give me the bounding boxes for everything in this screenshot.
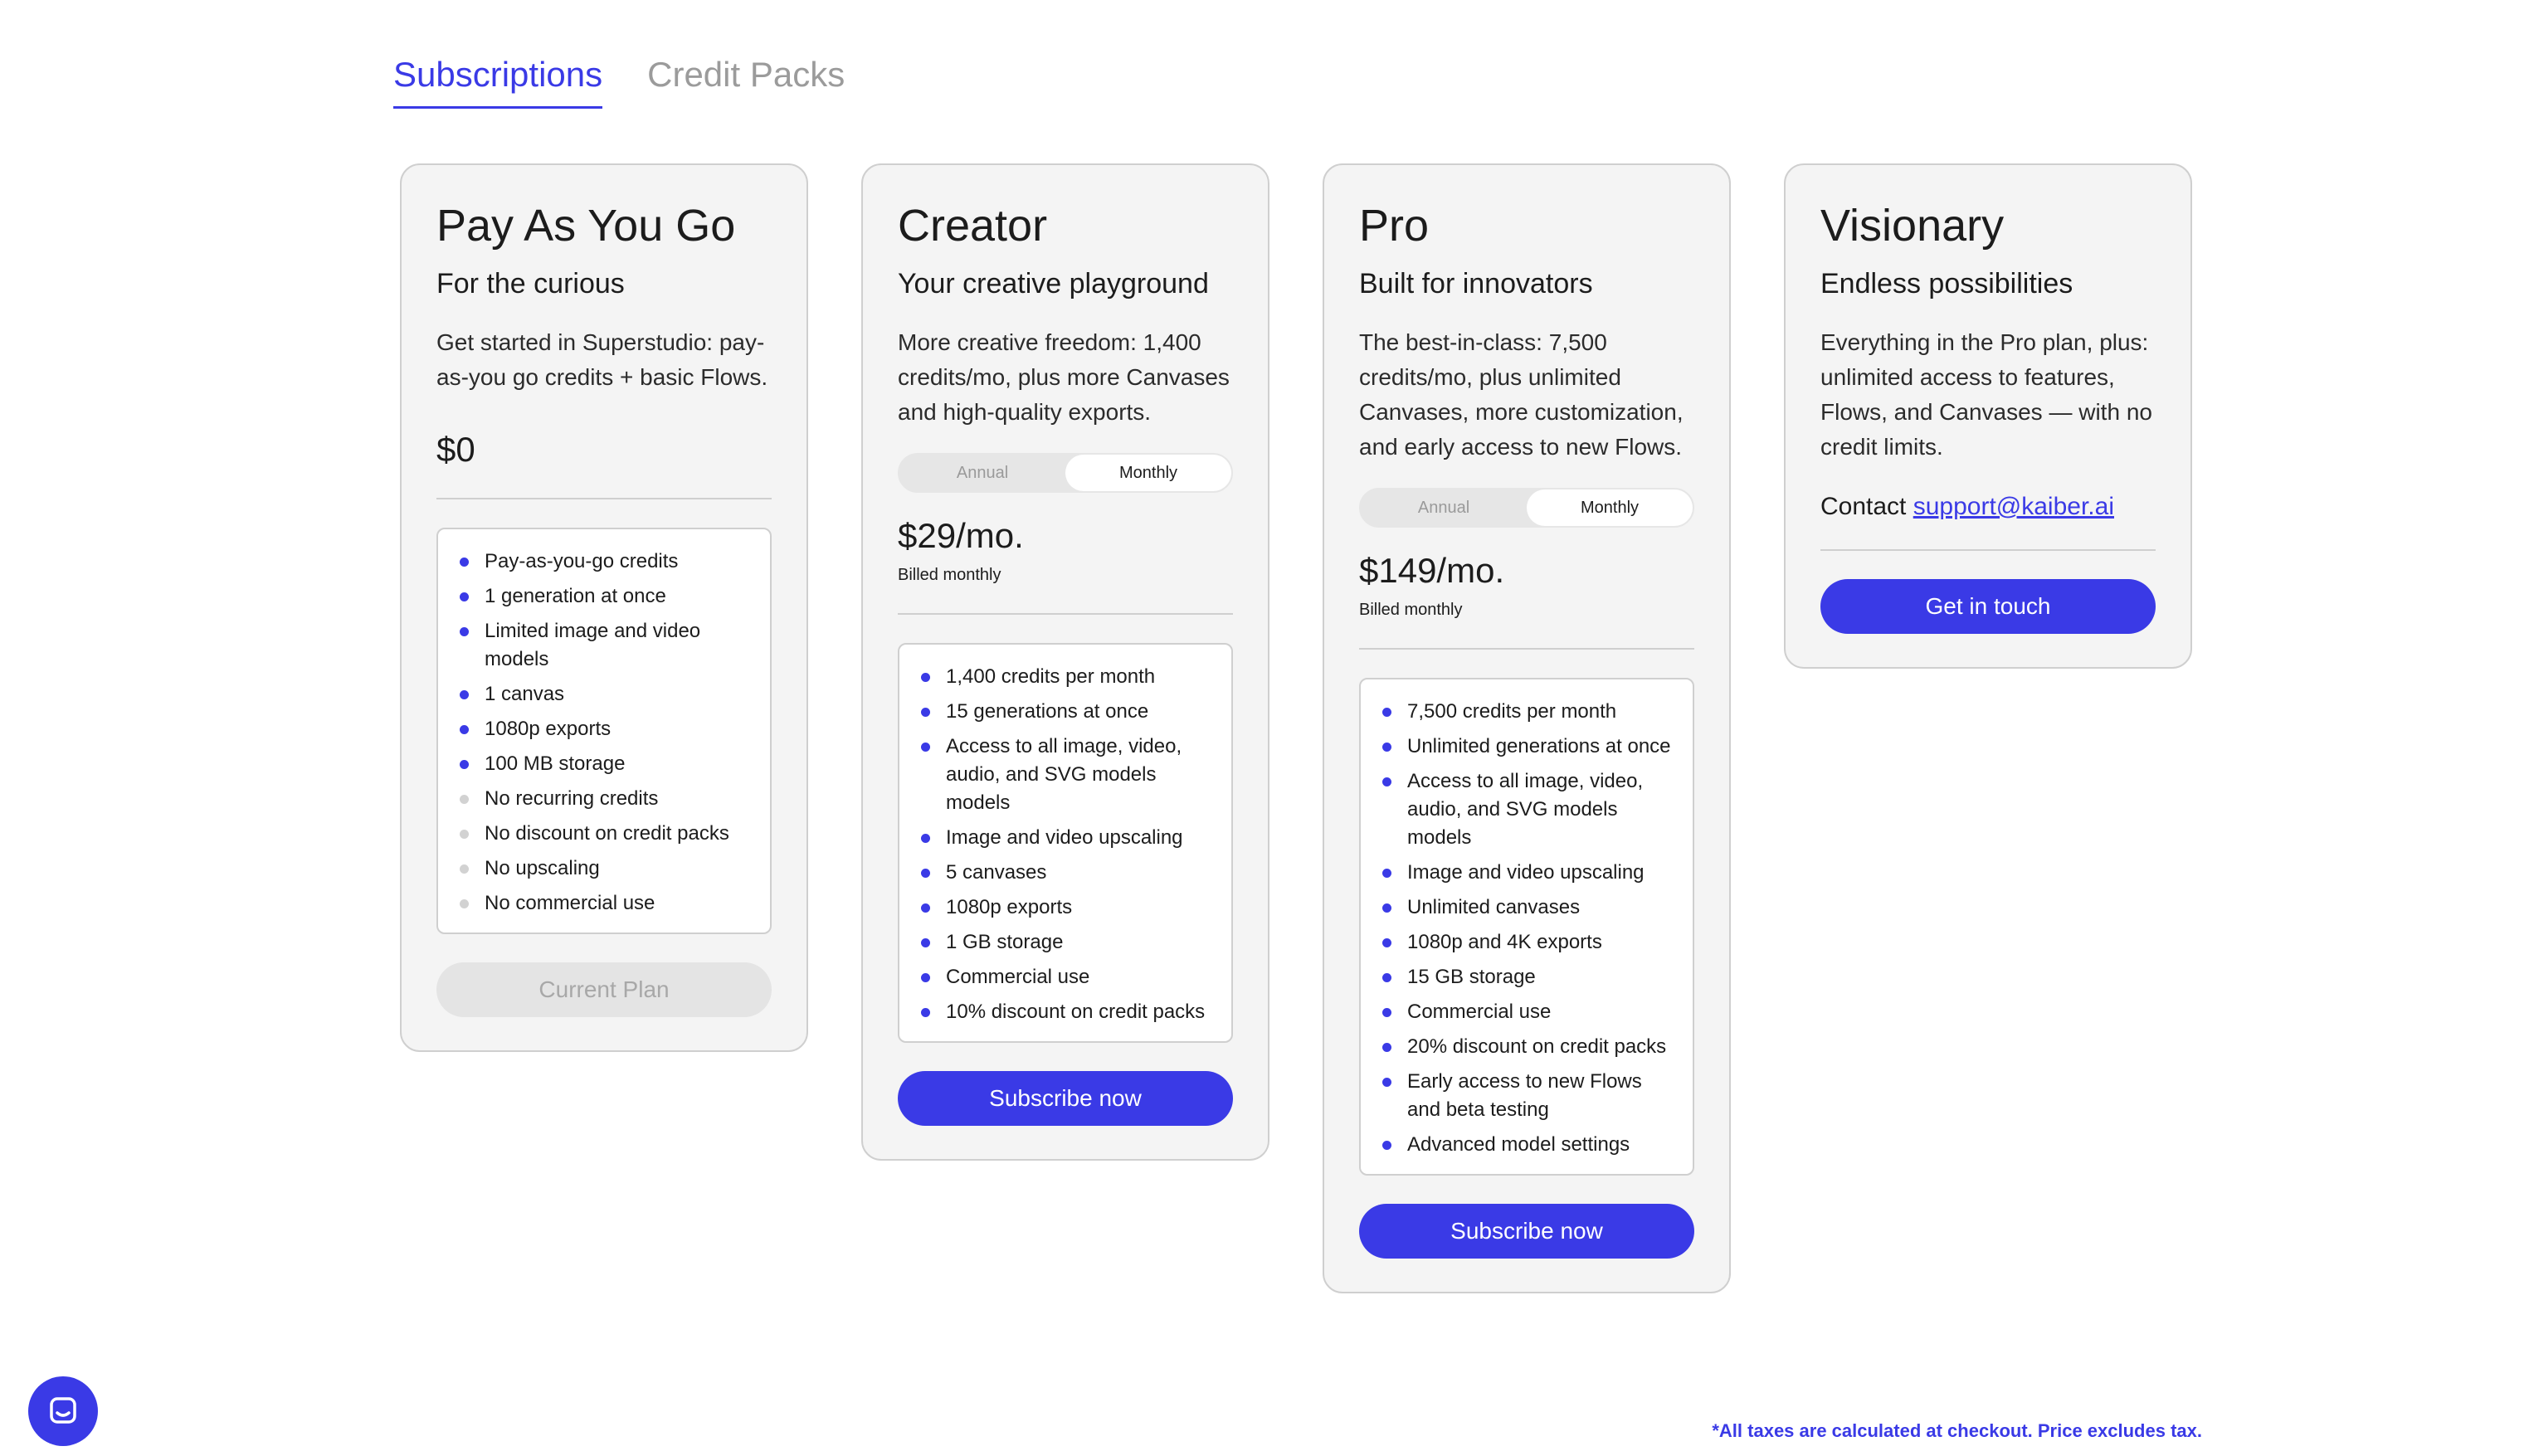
feature-item-excluded: No discount on credit packs bbox=[460, 820, 750, 848]
plan-title: Pro bbox=[1359, 201, 1430, 251]
feature-item: Commercial use bbox=[921, 963, 1211, 991]
feature-item: 15 GB storage bbox=[1382, 963, 1673, 991]
toggle-monthly[interactable]: Monthly bbox=[1065, 455, 1231, 491]
feature-list: 7,500 credits per month Unlimited genera… bbox=[1359, 678, 1694, 1176]
plan-tabs: Subscriptions Credit Packs bbox=[393, 55, 845, 109]
feature-item: Advanced model settings bbox=[1382, 1131, 1673, 1159]
divider bbox=[898, 613, 1233, 615]
feature-item-excluded: No upscaling bbox=[460, 855, 750, 883]
plan-card-pay-as-you-go: Pay As You Go For the curious Get starte… bbox=[400, 163, 808, 1052]
plan-price: $0 bbox=[436, 430, 475, 469]
plan-subtitle: For the curious bbox=[436, 268, 625, 299]
feature-item: Image and video upscaling bbox=[1382, 859, 1673, 887]
plan-card-pro: Pro Built for innovators The best-in-cla… bbox=[1323, 163, 1731, 1293]
billing-note: Billed monthly bbox=[898, 566, 1001, 584]
divider bbox=[436, 498, 772, 499]
divider bbox=[1359, 648, 1694, 650]
plan-title: Pay As You Go bbox=[436, 201, 736, 251]
feature-item: Commercial use bbox=[1382, 998, 1673, 1026]
feature-item: Unlimited canvases bbox=[1382, 894, 1673, 922]
plan-description: Get started in Superstudio: pay-as-you g… bbox=[436, 329, 768, 390]
feature-item: 7,500 credits per month bbox=[1382, 698, 1673, 726]
toggle-annual[interactable]: Annual bbox=[899, 455, 1065, 491]
plan-subtitle: Your creative playground bbox=[898, 268, 1209, 299]
plan-price: $149/mo. bbox=[1359, 551, 1505, 590]
feature-item: 5 canvases bbox=[921, 859, 1211, 887]
feature-item: 1080p and 4K exports bbox=[1382, 928, 1673, 957]
chat-launcher-button[interactable] bbox=[28, 1376, 98, 1446]
get-in-touch-button[interactable]: Get in touch bbox=[1820, 579, 2156, 634]
chat-bubble-icon bbox=[50, 1397, 76, 1424]
feature-item: Unlimited generations at once bbox=[1382, 733, 1673, 761]
feature-item: 1 GB storage bbox=[921, 928, 1211, 957]
feature-item: Pay-as-you-go credits bbox=[460, 548, 750, 576]
feature-item-excluded: No commercial use bbox=[460, 889, 750, 918]
feature-item: 1 canvas bbox=[460, 680, 750, 709]
toggle-annual[interactable]: Annual bbox=[1361, 489, 1527, 526]
plan-card-creator: Creator Your creative playground More cr… bbox=[861, 163, 1269, 1161]
contact-label: Contact bbox=[1820, 493, 1907, 520]
divider bbox=[1820, 549, 2156, 551]
subscribe-now-button[interactable]: Subscribe now bbox=[1359, 1204, 1694, 1259]
feature-item: 1080p exports bbox=[921, 894, 1211, 922]
plan-card-visionary: Visionary Endless possibilities Everythi… bbox=[1784, 163, 2192, 669]
tax-footnote: *All taxes are calculated at checkout. P… bbox=[1712, 1420, 2202, 1441]
feature-item: 1,400 credits per month bbox=[921, 663, 1211, 691]
current-plan-button: Current Plan bbox=[436, 962, 772, 1017]
feature-item: 20% discount on credit packs bbox=[1382, 1033, 1673, 1061]
feature-list: 1,400 credits per month 15 generations a… bbox=[898, 643, 1233, 1043]
feature-item: Image and video upscaling bbox=[921, 824, 1211, 852]
feature-item: 1 generation at once bbox=[460, 582, 750, 611]
plan-subtitle: Endless possibilities bbox=[1820, 268, 2073, 299]
billing-toggle: Annual Monthly bbox=[898, 453, 1233, 493]
feature-item: 1080p exports bbox=[460, 715, 750, 743]
billing-note: Billed monthly bbox=[1359, 601, 1463, 619]
feature-item: 15 generations at once bbox=[921, 698, 1211, 726]
plan-subtitle: Built for innovators bbox=[1359, 268, 1593, 299]
feature-item: Limited image and video models bbox=[460, 617, 750, 674]
support-email-link[interactable]: support@kaiber.ai bbox=[1913, 493, 2114, 520]
feature-item: 10% discount on credit packs bbox=[921, 998, 1211, 1026]
subscribe-now-button[interactable]: Subscribe now bbox=[898, 1071, 1233, 1126]
feature-item: Access to all image, video, audio, and S… bbox=[1382, 767, 1673, 852]
tab-credit-packs[interactable]: Credit Packs bbox=[647, 55, 845, 109]
toggle-monthly[interactable]: Monthly bbox=[1527, 489, 1693, 526]
plan-description: The best-in-class: 7,500 credits/mo, plu… bbox=[1359, 329, 1684, 460]
feature-item-excluded: No recurring credits bbox=[460, 785, 750, 813]
tab-subscriptions[interactable]: Subscriptions bbox=[393, 55, 603, 109]
plan-title: Visionary bbox=[1820, 201, 2005, 251]
contact-line: Contact support@kaiber.ai bbox=[1820, 493, 2156, 521]
billing-toggle: Annual Monthly bbox=[1359, 488, 1694, 528]
feature-list: Pay-as-you-go credits 1 generation at on… bbox=[436, 528, 772, 934]
feature-item: 100 MB storage bbox=[460, 750, 750, 778]
feature-item: Early access to new Flows and beta testi… bbox=[1382, 1068, 1673, 1124]
plan-description: Everything in the Pro plan, plus: unlimi… bbox=[1820, 329, 2152, 460]
plan-title: Creator bbox=[898, 201, 1048, 251]
feature-item: Access to all image, video, audio, and S… bbox=[921, 733, 1211, 817]
plan-price: $29/mo. bbox=[898, 516, 1024, 555]
plan-description: More creative freedom: 1,400 credits/mo,… bbox=[898, 329, 1230, 425]
